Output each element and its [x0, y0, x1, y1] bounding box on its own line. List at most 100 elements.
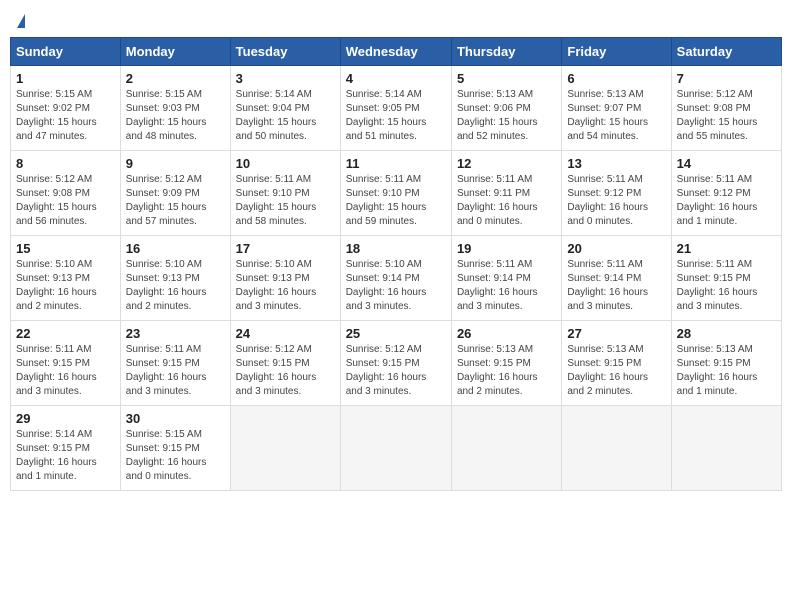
logo-icon	[17, 14, 25, 28]
calendar-cell: 3 Sunrise: 5:14 AM Sunset: 9:04 PM Daylig…	[230, 66, 340, 151]
calendar-cell: 5 Sunrise: 5:13 AM Sunset: 9:06 PM Daylig…	[451, 66, 561, 151]
day-number: 16	[126, 241, 225, 256]
calendar-cell: 30 Sunrise: 5:15 AM Sunset: 9:15 PM Dayli…	[120, 406, 230, 491]
day-info: Sunrise: 5:11 AM Sunset: 9:11 PM Dayligh…	[457, 173, 556, 229]
calendar-cell: 15 Sunrise: 5:10 AM Sunset: 9:13 PM Dayli…	[11, 236, 121, 321]
calendar-cell: 2 Sunrise: 5:15 AM Sunset: 9:03 PM Daylig…	[120, 66, 230, 151]
day-info: Sunrise: 5:14 AM Sunset: 9:04 PM Dayligh…	[236, 88, 335, 144]
column-header-thursday: Thursday	[451, 38, 561, 66]
day-info: Sunrise: 5:10 AM Sunset: 9:13 PM Dayligh…	[126, 258, 225, 314]
column-header-saturday: Saturday	[671, 38, 781, 66]
calendar-cell	[671, 406, 781, 491]
calendar-table: SundayMondayTuesdayWednesdayThursdayFrid…	[10, 37, 782, 491]
day-number: 10	[236, 156, 335, 171]
day-number: 5	[457, 71, 556, 86]
calendar-cell	[451, 406, 561, 491]
day-number: 26	[457, 326, 556, 341]
calendar-cell: 9 Sunrise: 5:12 AM Sunset: 9:09 PM Daylig…	[120, 151, 230, 236]
day-number: 28	[677, 326, 776, 341]
calendar-cell	[230, 406, 340, 491]
calendar-week-row: 29 Sunrise: 5:14 AM Sunset: 9:15 PM Dayli…	[11, 406, 782, 491]
day-number: 27	[567, 326, 665, 341]
calendar-cell: 18 Sunrise: 5:10 AM Sunset: 9:14 PM Dayli…	[340, 236, 451, 321]
day-number: 2	[126, 71, 225, 86]
calendar-cell: 25Sunrise: 5:12 AM Sunset: 9:15 PM Dayli…	[340, 321, 451, 406]
day-info: Sunrise: 5:13 AM Sunset: 9:15 PM Dayligh…	[677, 343, 776, 399]
column-header-tuesday: Tuesday	[230, 38, 340, 66]
day-info: Sunrise: 5:10 AM Sunset: 9:13 PM Dayligh…	[16, 258, 115, 314]
calendar-cell: 7 Sunrise: 5:12 AM Sunset: 9:08 PM Daylig…	[671, 66, 781, 151]
day-number: 15	[16, 241, 115, 256]
day-info: Sunrise: 5:11 AM Sunset: 9:14 PM Dayligh…	[457, 258, 556, 314]
day-info: Sunrise: 5:10 AM Sunset: 9:13 PM Dayligh…	[236, 258, 335, 314]
calendar-cell: 10 Sunrise: 5:11 AM Sunset: 9:10 PM Dayli…	[230, 151, 340, 236]
day-number: 9	[126, 156, 225, 171]
day-number: 13	[567, 156, 665, 171]
calendar-cell	[340, 406, 451, 491]
calendar-cell: 1Sunrise: 5:15 AM Sunset: 9:02 PM Daylig…	[11, 66, 121, 151]
calendar-cell: 19 Sunrise: 5:11 AM Sunset: 9:14 PM Dayli…	[451, 236, 561, 321]
calendar-cell: 27 Sunrise: 5:13 AM Sunset: 9:15 PM Dayli…	[562, 321, 671, 406]
day-info: Sunrise: 5:15 AM Sunset: 9:03 PM Dayligh…	[126, 88, 225, 144]
day-info: Sunrise: 5:11 AM Sunset: 9:15 PM Dayligh…	[16, 343, 115, 399]
day-info: Sunrise: 5:11 AM Sunset: 9:15 PM Dayligh…	[677, 258, 776, 314]
day-number: 18	[346, 241, 446, 256]
calendar-cell: 21 Sunrise: 5:11 AM Sunset: 9:15 PM Dayli…	[671, 236, 781, 321]
day-info: Sunrise: 5:14 AM Sunset: 9:05 PM Dayligh…	[346, 88, 446, 144]
day-number: 6	[567, 71, 665, 86]
page-header	[10, 10, 782, 29]
day-number: 29	[16, 411, 115, 426]
day-info: Sunrise: 5:15 AM Sunset: 9:15 PM Dayligh…	[126, 428, 225, 484]
calendar-cell: 12 Sunrise: 5:11 AM Sunset: 9:11 PM Dayli…	[451, 151, 561, 236]
day-number: 11	[346, 156, 446, 171]
day-number: 23	[126, 326, 225, 341]
day-info: Sunrise: 5:11 AM Sunset: 9:12 PM Dayligh…	[677, 173, 776, 229]
calendar-cell: 26 Sunrise: 5:13 AM Sunset: 9:15 PM Dayli…	[451, 321, 561, 406]
calendar-cell: 11 Sunrise: 5:11 AM Sunset: 9:10 PM Dayli…	[340, 151, 451, 236]
day-info: Sunrise: 5:13 AM Sunset: 9:07 PM Dayligh…	[567, 88, 665, 144]
calendar-cell: 24Sunrise: 5:12 AM Sunset: 9:15 PM Dayli…	[230, 321, 340, 406]
day-number: 17	[236, 241, 335, 256]
day-info: Sunrise: 5:12 AM Sunset: 9:15 PM Dayligh…	[346, 343, 446, 399]
day-info: Sunrise: 5:11 AM Sunset: 9:15 PM Dayligh…	[126, 343, 225, 399]
day-info: Sunrise: 5:11 AM Sunset: 9:10 PM Dayligh…	[236, 173, 335, 229]
day-info: Sunrise: 5:13 AM Sunset: 9:06 PM Dayligh…	[457, 88, 556, 144]
day-info: Sunrise: 5:12 AM Sunset: 9:08 PM Dayligh…	[677, 88, 776, 144]
calendar-cell: 6 Sunrise: 5:13 AM Sunset: 9:07 PM Daylig…	[562, 66, 671, 151]
day-number: 12	[457, 156, 556, 171]
day-info: Sunrise: 5:15 AM Sunset: 9:02 PM Dayligh…	[16, 88, 115, 144]
calendar-cell	[562, 406, 671, 491]
calendar-cell: 23 Sunrise: 5:11 AM Sunset: 9:15 PM Dayli…	[120, 321, 230, 406]
calendar-week-row: 22 Sunrise: 5:11 AM Sunset: 9:15 PM Dayli…	[11, 321, 782, 406]
column-header-wednesday: Wednesday	[340, 38, 451, 66]
calendar-week-row: 15 Sunrise: 5:10 AM Sunset: 9:13 PM Dayli…	[11, 236, 782, 321]
day-info: Sunrise: 5:13 AM Sunset: 9:15 PM Dayligh…	[567, 343, 665, 399]
calendar-week-row: 8Sunrise: 5:12 AM Sunset: 9:08 PM Daylig…	[11, 151, 782, 236]
calendar-cell: 29 Sunrise: 5:14 AM Sunset: 9:15 PM Dayli…	[11, 406, 121, 491]
day-info: Sunrise: 5:11 AM Sunset: 9:10 PM Dayligh…	[346, 173, 446, 229]
day-number: 22	[16, 326, 115, 341]
day-info: Sunrise: 5:10 AM Sunset: 9:14 PM Dayligh…	[346, 258, 446, 314]
day-info: Sunrise: 5:14 AM Sunset: 9:15 PM Dayligh…	[16, 428, 115, 484]
day-number: 19	[457, 241, 556, 256]
calendar-cell: 28 Sunrise: 5:13 AM Sunset: 9:15 PM Dayli…	[671, 321, 781, 406]
calendar-cell: 8Sunrise: 5:12 AM Sunset: 9:08 PM Daylig…	[11, 151, 121, 236]
column-header-monday: Monday	[120, 38, 230, 66]
day-number: 8	[16, 156, 115, 171]
day-number: 3	[236, 71, 335, 86]
day-number: 7	[677, 71, 776, 86]
day-info: Sunrise: 5:12 AM Sunset: 9:09 PM Dayligh…	[126, 173, 225, 229]
day-info: Sunrise: 5:13 AM Sunset: 9:15 PM Dayligh…	[457, 343, 556, 399]
day-info: Sunrise: 5:11 AM Sunset: 9:14 PM Dayligh…	[567, 258, 665, 314]
day-number: 21	[677, 241, 776, 256]
day-number: 30	[126, 411, 225, 426]
calendar-cell: 16 Sunrise: 5:10 AM Sunset: 9:13 PM Dayli…	[120, 236, 230, 321]
calendar-cell: 22 Sunrise: 5:11 AM Sunset: 9:15 PM Dayli…	[11, 321, 121, 406]
day-number: 20	[567, 241, 665, 256]
column-header-friday: Friday	[562, 38, 671, 66]
calendar-cell: 17 Sunrise: 5:10 AM Sunset: 9:13 PM Dayli…	[230, 236, 340, 321]
day-info: Sunrise: 5:12 AM Sunset: 9:15 PM Dayligh…	[236, 343, 335, 399]
calendar-cell: 13Sunrise: 5:11 AM Sunset: 9:12 PM Dayli…	[562, 151, 671, 236]
calendar-header-row: SundayMondayTuesdayWednesdayThursdayFrid…	[11, 38, 782, 66]
calendar-cell: 20 Sunrise: 5:11 AM Sunset: 9:14 PM Dayli…	[562, 236, 671, 321]
